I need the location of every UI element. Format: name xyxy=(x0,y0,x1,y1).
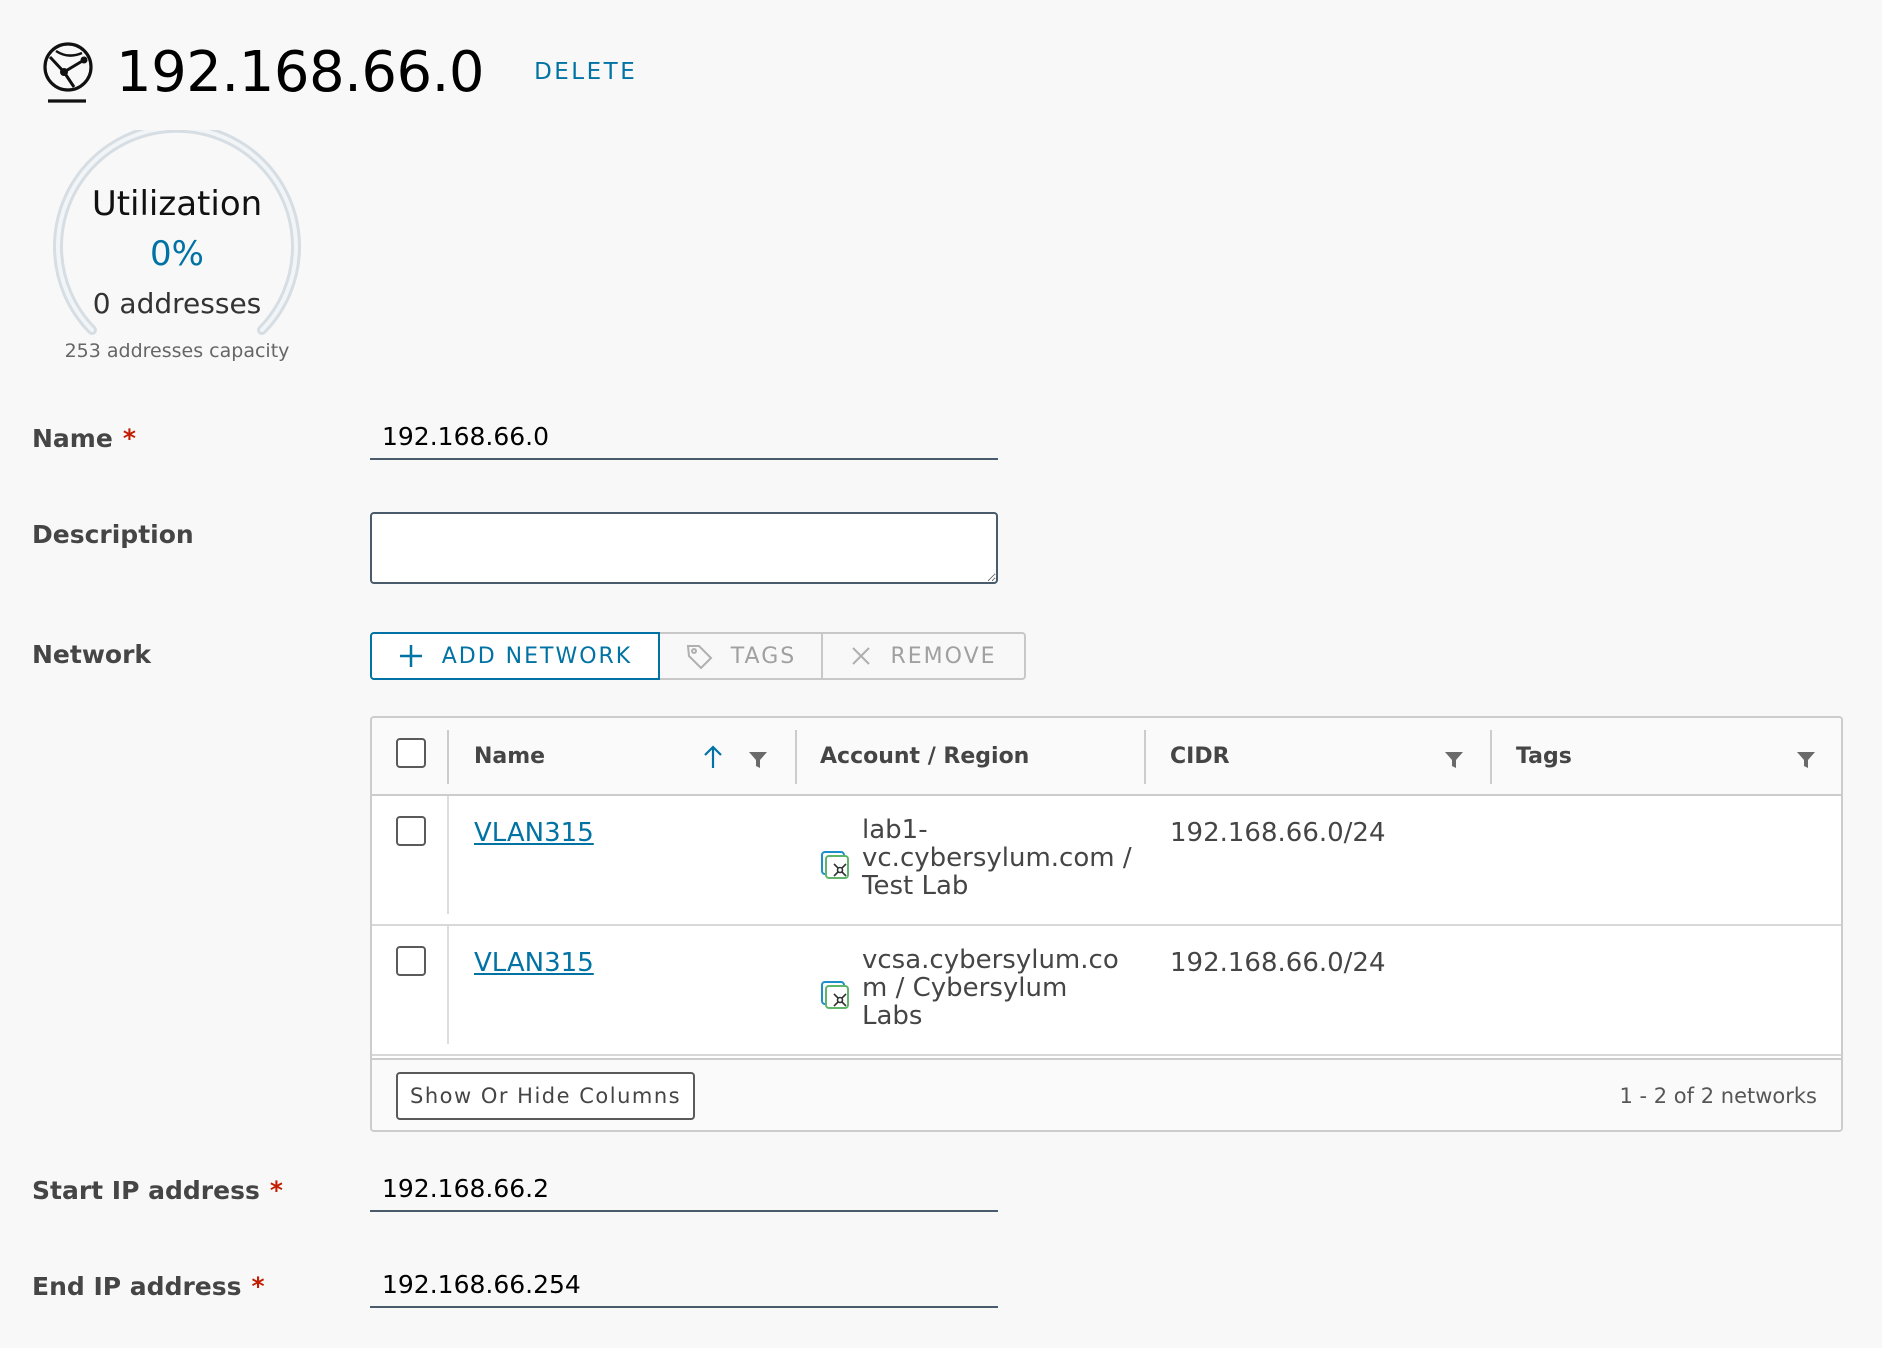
column-header-name[interactable]: Name xyxy=(474,744,545,769)
name-label: Name * xyxy=(32,424,136,453)
row-checkbox[interactable] xyxy=(396,946,426,976)
column-header-account-region[interactable]: Account / Region xyxy=(820,744,1029,769)
required-marker: * xyxy=(122,424,136,453)
network-globe-icon xyxy=(36,36,100,108)
filter-icon[interactable] xyxy=(748,750,768,774)
add-network-label: ADD NETWORK xyxy=(441,643,633,669)
start-ip-label: Start IP address * xyxy=(32,1176,283,1205)
utilization-label: Utilization xyxy=(91,184,263,224)
add-network-button[interactable]: ADD NETWORK xyxy=(370,632,660,680)
table-row: VLAN315 vcsa.cybersylum.co m / Cybersylu… xyxy=(372,926,1841,1056)
sort-ascending-icon[interactable] xyxy=(702,744,724,774)
name-input[interactable] xyxy=(370,414,998,460)
utilization-addresses: 0 addresses xyxy=(92,287,262,320)
grid-header: Name Account / Region CIDR Tags xyxy=(372,718,1841,796)
account-region-cell: vcsa.cybersylum.co m / Cybersylum Labs xyxy=(862,945,1119,1031)
column-separator xyxy=(1144,730,1146,784)
column-header-tags[interactable]: Tags xyxy=(1516,744,1572,769)
page-title: 192.168.66.0 xyxy=(116,39,485,105)
vsphere-account-icon xyxy=(820,978,854,1012)
table-row: VLAN315 lab1- vc.cybersylum.com / Test L… xyxy=(372,796,1841,926)
close-icon xyxy=(850,645,872,667)
column-header-cidr[interactable]: CIDR xyxy=(1170,744,1230,769)
vsphere-account-icon xyxy=(820,848,854,882)
tags-label: TAGS xyxy=(730,643,797,669)
remove-label: REMOVE xyxy=(890,643,997,669)
required-marker: * xyxy=(269,1176,283,1205)
account-region-cell: lab1- vc.cybersylum.com / Test Lab xyxy=(862,815,1132,901)
end-ip-label-text: End IP address xyxy=(32,1272,242,1301)
column-separator xyxy=(447,796,449,914)
name-label-text: Name xyxy=(32,424,113,453)
networks-datagrid: Name Account / Region CIDR Tags VLAN315 … xyxy=(370,716,1843,1132)
cidr-cell: 192.168.66.0/24 xyxy=(1170,948,1386,978)
filter-icon[interactable] xyxy=(1796,750,1816,774)
end-ip-label: End IP address * xyxy=(32,1272,265,1301)
delete-button[interactable]: DELETE xyxy=(534,59,637,85)
page-header: 192.168.66.0 DELETE xyxy=(36,36,637,108)
start-ip-input[interactable] xyxy=(370,1166,998,1212)
show-hide-columns-button[interactable]: Show Or Hide Columns xyxy=(396,1072,696,1120)
column-separator xyxy=(447,730,449,784)
network-name-link[interactable]: VLAN315 xyxy=(474,948,594,978)
plus-icon xyxy=(398,643,424,669)
description-label: Description xyxy=(32,520,194,549)
required-marker: * xyxy=(251,1272,265,1301)
end-ip-input[interactable] xyxy=(370,1262,998,1308)
pagination-summary: 1 - 2 of 2 networks xyxy=(1619,1084,1817,1108)
filter-icon[interactable] xyxy=(1444,750,1464,774)
row-checkbox[interactable] xyxy=(396,816,426,846)
grid-footer: Show Or Hide Columns 1 - 2 of 2 networks xyxy=(372,1058,1841,1130)
network-toolbar: ADD NETWORK TAGS REMOVE xyxy=(370,632,1026,680)
network-label: Network xyxy=(32,640,152,669)
utilization-capacity: 253 addresses capacity xyxy=(64,340,290,362)
network-name-link[interactable]: VLAN315 xyxy=(474,818,594,848)
tag-icon xyxy=(685,642,713,670)
select-all-checkbox[interactable] xyxy=(396,738,426,768)
tags-button[interactable]: TAGS xyxy=(660,632,823,680)
column-separator xyxy=(795,730,797,784)
utilization-percent: 0% xyxy=(150,234,204,274)
cidr-cell: 192.168.66.0/24 xyxy=(1170,818,1386,848)
start-ip-label-text: Start IP address xyxy=(32,1176,260,1205)
column-separator xyxy=(447,926,449,1044)
column-separator xyxy=(1490,730,1492,784)
remove-button[interactable]: REMOVE xyxy=(823,632,1026,680)
description-textarea[interactable] xyxy=(370,512,998,584)
utilization-gauge: Utilization 0% 0 addresses 253 addresses… xyxy=(52,130,302,370)
